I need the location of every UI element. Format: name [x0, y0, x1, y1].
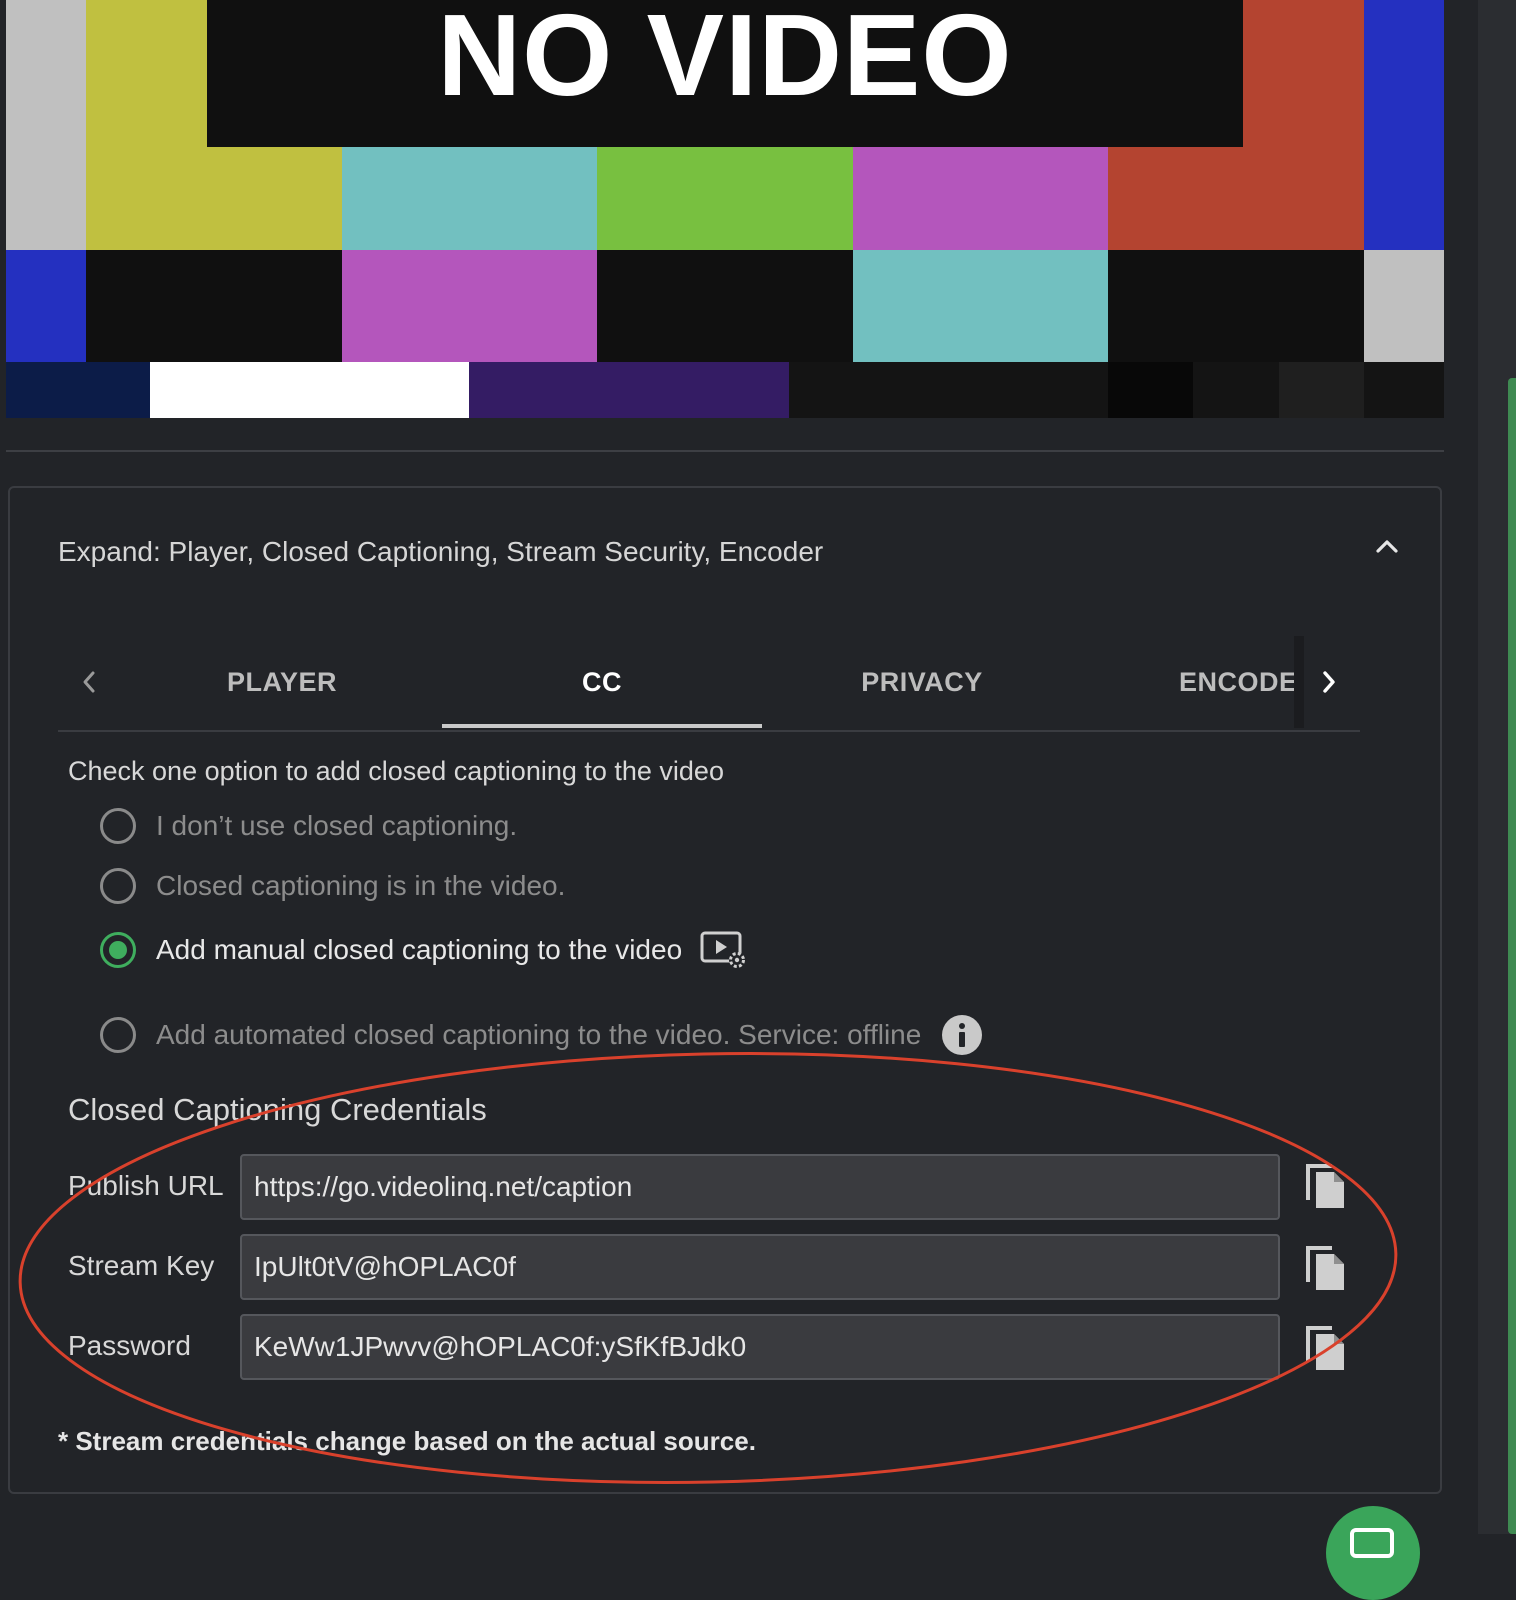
copy-icon	[1306, 1246, 1344, 1290]
password-field[interactable]	[240, 1314, 1280, 1380]
cc-instruction: Check one option to add closed captionin…	[68, 756, 724, 786]
color-bar-gray	[6, 0, 86, 250]
tab-encoder-label: ENCODER	[1179, 666, 1302, 697]
active-tab-indicator	[442, 724, 762, 728]
chat-icon	[1350, 1528, 1394, 1558]
color-bar-navy	[6, 362, 150, 418]
pluge-black	[1108, 362, 1193, 418]
tab-fade	[1294, 636, 1304, 728]
chevron-right-icon	[1323, 671, 1335, 693]
copy-stream-key-button[interactable]	[1304, 1244, 1348, 1294]
color-bar-black-5	[1364, 362, 1444, 418]
color-bar-blue	[1364, 0, 1444, 250]
scroll-indicator[interactable]	[1508, 378, 1516, 1534]
password-label: Password	[68, 1330, 191, 1361]
no-video-text: NO VIDEO	[437, 0, 1013, 120]
option-no-cc-label: I don’t use closed captioning.	[156, 810, 518, 841]
color-bar-blue-2	[6, 250, 86, 362]
video-settings-icon[interactable]	[700, 930, 748, 970]
option-automated-cc[interactable]: Add automated closed captioning to the v…	[100, 1014, 983, 1056]
option-manual-cc-label: Add manual closed captioning to the vide…	[156, 934, 683, 965]
stream-key-label: Stream Key	[68, 1250, 215, 1281]
copy-icon	[1306, 1164, 1344, 1208]
color-bar-black-4	[789, 362, 1108, 418]
publish-url-field[interactable]	[240, 1154, 1280, 1220]
color-bar-gray-2	[1364, 250, 1444, 362]
radio-no-cc[interactable]	[100, 808, 136, 844]
color-bar-cyan-2	[853, 250, 1108, 362]
option-automated-cc-label: Add automated closed captioning to the v…	[156, 1019, 922, 1050]
option-manual-cc[interactable]: Add manual closed captioning to the vide…	[100, 930, 748, 970]
video-player[interactable]: NO VIDEO	[6, 0, 1444, 418]
credentials-note: * Stream credentials change based on the…	[58, 1426, 756, 1456]
color-bar-black-1	[86, 250, 342, 362]
tab-encoder[interactable]: ENCODER	[1162, 636, 1302, 728]
tab-privacy[interactable]: PRIVACY	[762, 636, 1082, 728]
chevron-up-icon[interactable]	[1372, 532, 1402, 562]
option-no-cc[interactable]: I don’t use closed captioning.	[100, 808, 517, 844]
tab-player[interactable]: PLAYER	[122, 636, 442, 728]
copy-publish-url-button[interactable]	[1304, 1162, 1348, 1212]
no-video-overlay: NO VIDEO	[207, 0, 1243, 147]
color-bar-black-2	[597, 250, 853, 362]
tab-scroll-right-button[interactable]	[1308, 662, 1348, 702]
divider	[6, 450, 1444, 452]
radio-manual-cc[interactable]	[100, 932, 136, 968]
option-cc-in-video-label: Closed captioning is in the video.	[156, 870, 566, 901]
stream-key-field[interactable]	[240, 1234, 1280, 1300]
color-bar-white	[150, 362, 469, 418]
copy-password-button[interactable]	[1304, 1324, 1348, 1374]
tab-bar: PLAYER CC PRIVACY ENCODER	[58, 636, 1360, 732]
tab-scroll-left-button[interactable]	[70, 662, 110, 702]
color-bar-black-3	[1108, 250, 1364, 362]
publish-url-label: Publish URL	[68, 1170, 224, 1201]
settings-panel: Expand: Player, Closed Captioning, Strea…	[8, 486, 1442, 1494]
chevron-left-icon	[83, 671, 95, 693]
color-bar-purple	[469, 362, 789, 418]
pluge-mid	[1193, 362, 1279, 418]
info-icon[interactable]	[941, 1014, 983, 1056]
credentials-title: Closed Captioning Credentials	[68, 1092, 487, 1127]
radio-automated-cc[interactable]	[100, 1017, 136, 1053]
pluge-light	[1279, 362, 1364, 418]
expand-title[interactable]: Expand: Player, Closed Captioning, Strea…	[58, 536, 823, 568]
option-cc-in-video[interactable]: Closed captioning is in the video.	[100, 868, 565, 904]
color-bar-magenta-2	[342, 250, 597, 362]
chat-button[interactable]	[1326, 1506, 1420, 1600]
radio-cc-in-video[interactable]	[100, 868, 136, 904]
tab-cc[interactable]: CC	[442, 636, 762, 728]
copy-icon	[1306, 1326, 1344, 1370]
